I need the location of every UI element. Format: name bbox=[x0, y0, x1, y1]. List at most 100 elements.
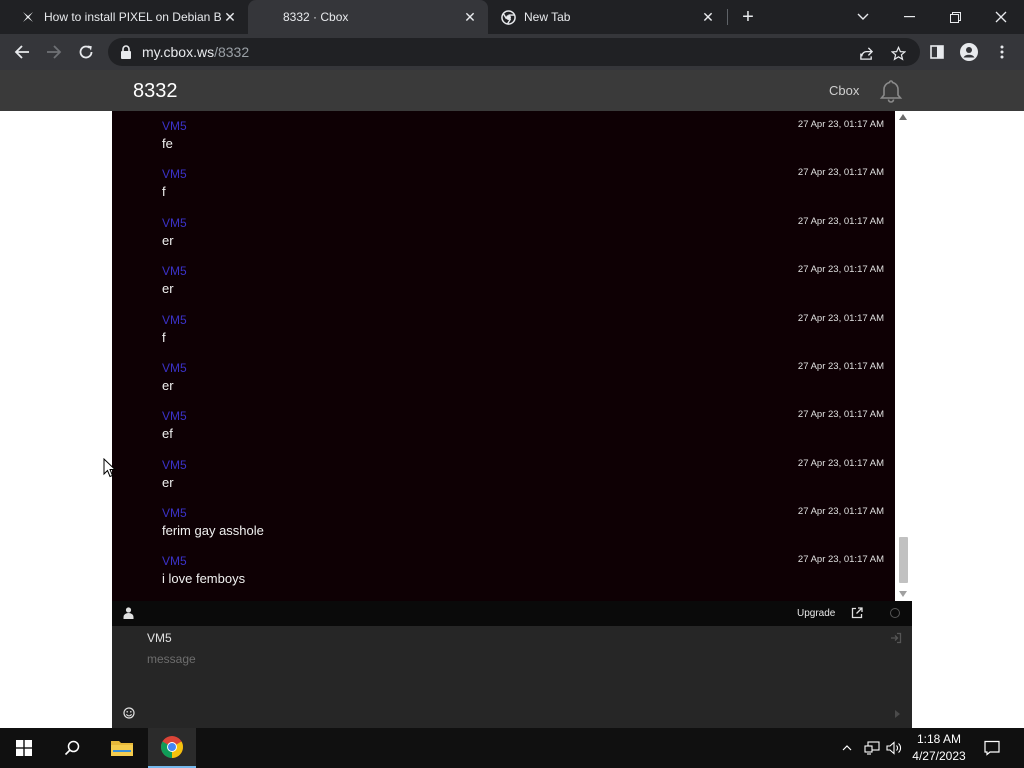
tab-search-chevron-icon[interactable] bbox=[840, 0, 886, 34]
message-text: er bbox=[162, 233, 174, 248]
message-username[interactable]: VM5 bbox=[162, 119, 187, 133]
message-item: VM5 27 Apr 23, 01:17 AM er bbox=[162, 210, 892, 258]
tab-pixel-debian[interactable]: How to install PIXEL on Debian B ✕ bbox=[8, 0, 248, 34]
message-username[interactable]: VM5 bbox=[162, 216, 187, 230]
file-explorer-button[interactable] bbox=[98, 728, 146, 768]
name-field[interactable]: VM5 bbox=[147, 631, 172, 645]
action-center-icon[interactable] bbox=[978, 728, 1006, 768]
message-timestamp: 27 Apr 23, 01:17 AM bbox=[797, 506, 884, 517]
login-icon[interactable] bbox=[890, 632, 902, 644]
popout-external-icon[interactable] bbox=[851, 607, 863, 619]
message-item: VM5 27 Apr 23, 01:17 AM fe bbox=[162, 113, 892, 161]
share-icon[interactable] bbox=[857, 44, 875, 62]
bell-icon[interactable] bbox=[878, 78, 904, 104]
chrome-icon bbox=[161, 736, 183, 758]
message-username[interactable]: VM5 bbox=[162, 506, 187, 520]
bookmark-star-icon[interactable] bbox=[889, 44, 907, 62]
tab-strip: How to install PIXEL on Debian B ✕ 8332 … bbox=[0, 0, 1024, 34]
tab-title: New Tab bbox=[524, 10, 571, 24]
mouse-cursor-icon bbox=[103, 458, 117, 478]
browser-toolbar: my.cbox.ws/8332 bbox=[0, 34, 1024, 70]
message-timestamp: 27 Apr 23, 01:17 AM bbox=[797, 264, 884, 275]
message-text: i love femboys bbox=[162, 571, 246, 586]
show-hidden-icons-chevron-icon[interactable] bbox=[838, 728, 856, 768]
scroll-up-arrow-icon[interactable] bbox=[899, 114, 907, 120]
message-username[interactable]: VM5 bbox=[162, 554, 187, 568]
taskbar-clock[interactable]: 1:18 AM 4/27/2023 bbox=[906, 731, 972, 765]
message-item: VM5 27 Apr 23, 01:17 AM er bbox=[162, 452, 892, 500]
page-title[interactable]: 8332 bbox=[133, 80, 178, 103]
close-window-button[interactable] bbox=[978, 0, 1024, 34]
chrome-taskbar-button[interactable] bbox=[148, 728, 196, 768]
message-username[interactable]: VM5 bbox=[162, 409, 187, 423]
tab-new-tab[interactable]: New Tab ✕ bbox=[488, 0, 726, 34]
menu-kebab-icon[interactable] bbox=[992, 42, 1012, 62]
windows-taskbar: 1:18 AM 4/27/2023 bbox=[0, 728, 1024, 768]
chat-scrollbar[interactable] bbox=[895, 111, 912, 601]
message-username[interactable]: VM5 bbox=[162, 458, 187, 472]
status-circle-icon[interactable] bbox=[890, 608, 900, 618]
close-tab-icon[interactable]: ✕ bbox=[700, 9, 716, 25]
message-item: VM5 27 Apr 23, 01:17 AM er bbox=[162, 258, 892, 306]
message-input[interactable] bbox=[147, 652, 867, 712]
forward-button[interactable] bbox=[42, 40, 66, 64]
upgrade-link[interactable]: Upgrade bbox=[797, 608, 835, 619]
message-text: f bbox=[162, 330, 166, 345]
cbox-link[interactable]: Cbox bbox=[829, 83, 859, 98]
folder-icon bbox=[111, 741, 133, 756]
message-item: VM5 27 Apr 23, 01:17 AM ferim gay asshol… bbox=[162, 500, 892, 548]
message-timestamp: 27 Apr 23, 01:17 AM bbox=[797, 409, 884, 420]
send-arrow-icon[interactable] bbox=[895, 710, 900, 718]
message-timestamp: 27 Apr 23, 01:17 AM bbox=[797, 313, 884, 324]
user-icon[interactable] bbox=[123, 607, 134, 619]
message-timestamp: 27 Apr 23, 01:17 AM bbox=[797, 119, 884, 130]
message-text: fe bbox=[162, 136, 173, 151]
reload-button[interactable] bbox=[74, 40, 98, 64]
start-button[interactable] bbox=[0, 728, 48, 768]
back-button[interactable] bbox=[10, 40, 34, 64]
chat-panel: VM5 27 Apr 23, 01:17 AM fe VM5 27 Apr 23… bbox=[112, 111, 912, 601]
close-tab-icon[interactable]: ✕ bbox=[222, 9, 238, 25]
message-item: VM5 27 Apr 23, 01:17 AM f bbox=[162, 307, 892, 355]
address-bar[interactable]: my.cbox.ws/8332 bbox=[108, 38, 920, 66]
volume-icon[interactable] bbox=[884, 728, 904, 768]
search-button[interactable] bbox=[48, 728, 96, 768]
message-item: VM5 27 Apr 23, 01:17 AM i love femboys bbox=[162, 548, 892, 596]
url-text: my.cbox.ws/8332 bbox=[142, 44, 249, 60]
cross-logo-icon bbox=[20, 9, 36, 25]
message-timestamp: 27 Apr 23, 01:17 AM bbox=[797, 167, 884, 178]
message-item: VM5 27 Apr 23, 01:17 AM f bbox=[162, 161, 892, 209]
message-username[interactable]: VM5 bbox=[162, 264, 187, 278]
url-host: my.cbox.ws bbox=[142, 44, 215, 60]
network-icon[interactable] bbox=[862, 728, 882, 768]
emoji-smile-icon[interactable] bbox=[123, 707, 135, 719]
restore-button[interactable] bbox=[932, 0, 978, 34]
clock-date: 4/27/2023 bbox=[912, 749, 966, 763]
message-username[interactable]: VM5 bbox=[162, 313, 187, 327]
search-icon bbox=[64, 740, 80, 756]
message-list[interactable]: VM5 27 Apr 23, 01:17 AM fe VM5 27 Apr 23… bbox=[112, 111, 895, 601]
message-text: f bbox=[162, 184, 166, 199]
new-tab-button[interactable]: + bbox=[738, 7, 758, 27]
url-path: /8332 bbox=[214, 44, 250, 60]
message-username[interactable]: VM5 bbox=[162, 361, 187, 375]
scroll-down-arrow-icon[interactable] bbox=[899, 591, 907, 597]
message-item: VM5 27 Apr 23, 01:17 AM er bbox=[162, 355, 892, 403]
message-username[interactable]: VM5 bbox=[162, 167, 187, 181]
chrome-icon bbox=[500, 9, 516, 25]
close-tab-icon[interactable]: ✕ bbox=[462, 9, 478, 25]
tab-cbox[interactable]: 8332 · Cbox ✕ bbox=[248, 0, 488, 34]
message-timestamp: 27 Apr 23, 01:17 AM bbox=[797, 458, 884, 469]
lock-icon[interactable] bbox=[120, 45, 132, 59]
side-panel-icon[interactable] bbox=[927, 42, 947, 62]
message-timestamp: 27 Apr 23, 01:17 AM bbox=[797, 361, 884, 372]
message-text: ferim gay asshole bbox=[162, 523, 264, 538]
message-timestamp: 27 Apr 23, 01:17 AM bbox=[797, 554, 884, 565]
windows-logo-icon bbox=[16, 740, 32, 756]
scrollbar-thumb[interactable] bbox=[899, 537, 908, 583]
minimize-button[interactable] bbox=[886, 0, 932, 34]
message-timestamp: 27 Apr 23, 01:17 AM bbox=[797, 216, 884, 227]
message-text: er bbox=[162, 475, 174, 490]
profile-avatar-icon[interactable] bbox=[959, 42, 979, 62]
message-text: er bbox=[162, 281, 174, 296]
